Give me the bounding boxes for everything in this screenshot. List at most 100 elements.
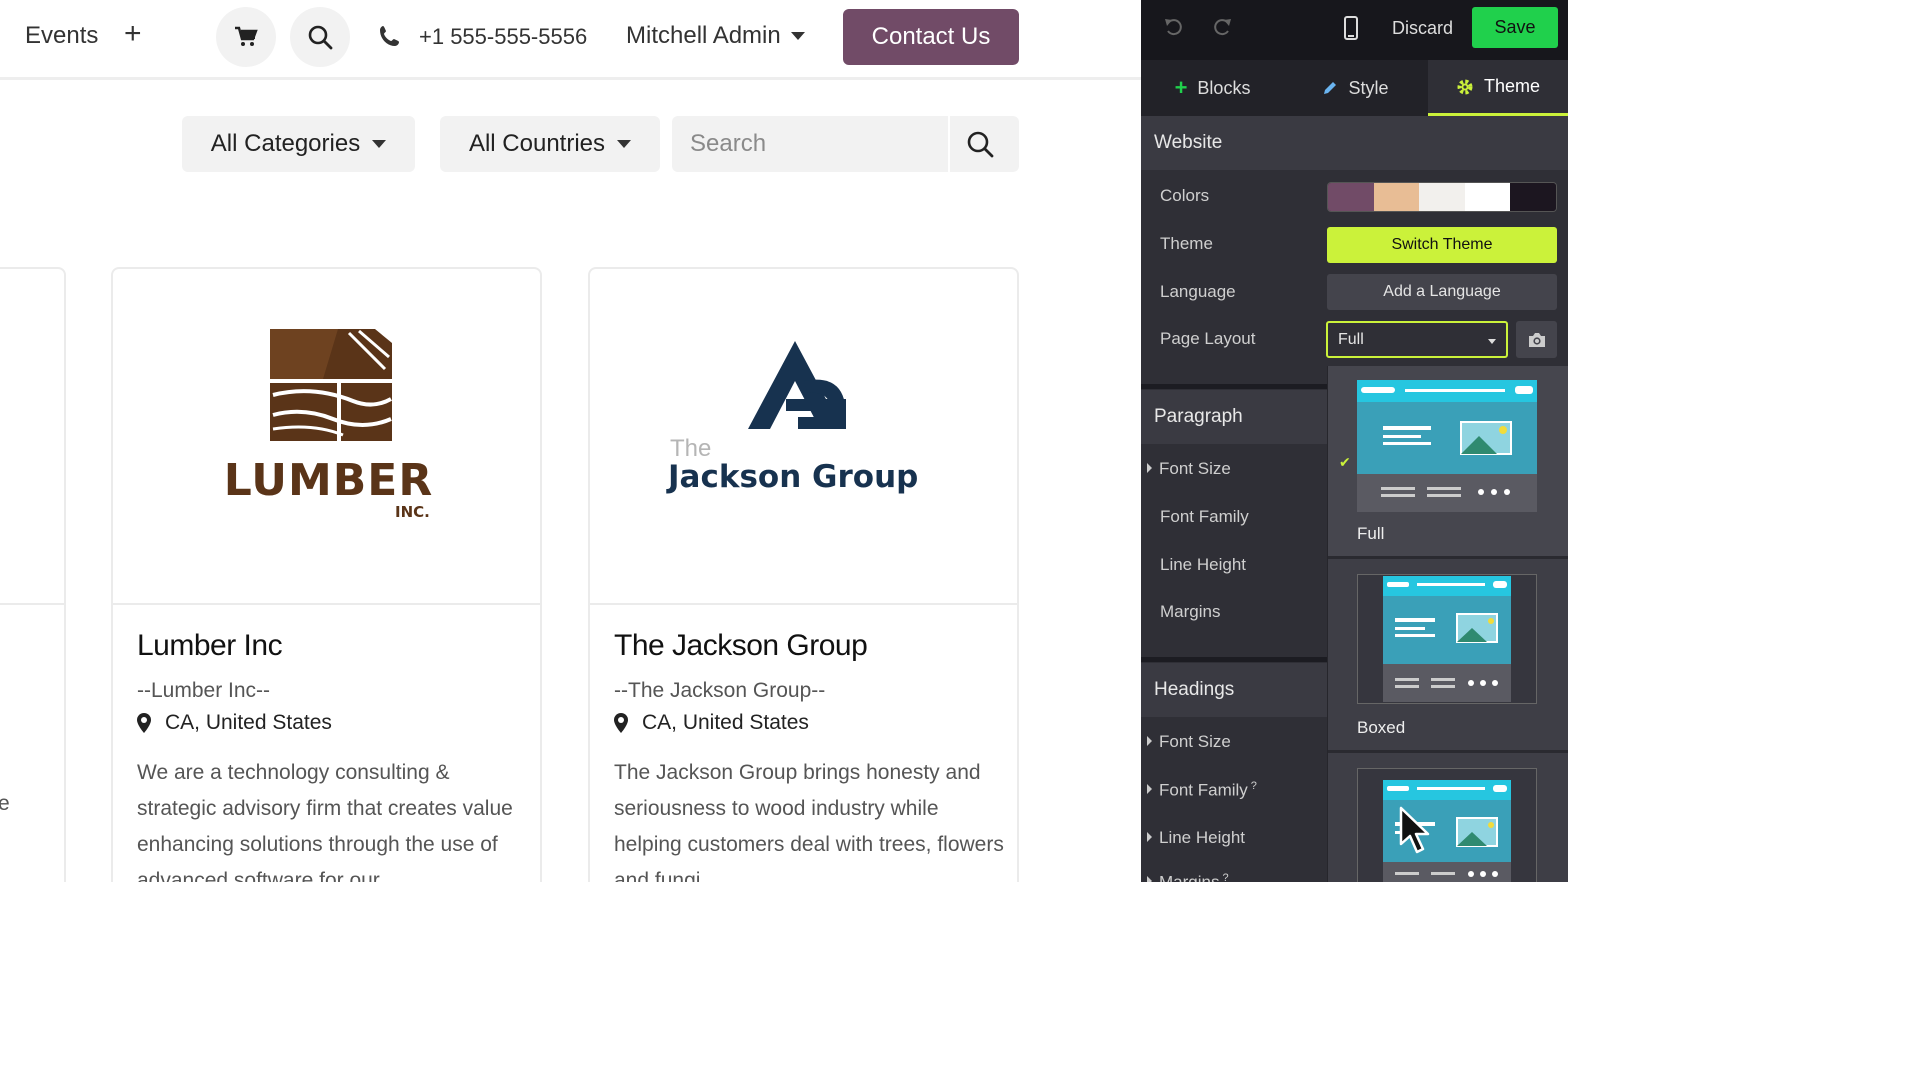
chevron-down-icon <box>617 140 632 148</box>
tab-blocks-label: Blocks <box>1197 77 1251 98</box>
headings-font-size-toggle[interactable]: Font Size <box>1147 732 1231 752</box>
countries-filter-label: All Countries <box>468 130 606 157</box>
user-name: Mitchell Admin <box>626 22 781 49</box>
theme-label: Theme <box>1160 234 1213 253</box>
page-layout-value: Full <box>1338 330 1364 348</box>
paragraph-margins-label: Margins <box>1160 602 1221 621</box>
chevron-down-icon <box>790 32 805 40</box>
categories-filter-label: All Categories <box>210 130 361 157</box>
partner-name[interactable]: Lumber Inc <box>137 629 283 663</box>
website-section-header[interactable]: Website <box>1141 116 1568 170</box>
partner-card-jackson[interactable]: The Jackson Group The Jackson Group --Th… <box>588 267 1019 882</box>
lumber-logo-word: LUMBER <box>223 455 434 506</box>
caret-right-icon <box>1147 735 1152 746</box>
tab-theme[interactable]: Theme <box>1428 60 1568 116</box>
layout-boxed-thumbnail <box>1357 574 1537 704</box>
page-layout-dropdown-menu: ✔ Full Boxed <box>1327 366 1568 882</box>
headings-line-height-label: Line Height <box>1159 828 1246 847</box>
palette-color-1 <box>1328 183 1374 211</box>
countries-filter-dropdown[interactable]: All Countries <box>440 116 660 172</box>
user-menu-dropdown[interactable]: Mitchell Admin <box>626 22 805 50</box>
paragraph-font-size-label: Font Size <box>1159 459 1231 478</box>
headings-font-family-toggle[interactable]: Font Family? <box>1147 780 1257 801</box>
section-divider <box>1141 657 1327 662</box>
caret-down-icon <box>1488 339 1496 344</box>
caret-right-icon <box>1147 876 1152 882</box>
partner-logo-area <box>0 269 64 605</box>
palette-color-5 <box>1510 183 1556 211</box>
map-marker-icon <box>137 713 151 733</box>
mobile-preview-icon[interactable] <box>1343 16 1359 40</box>
layout-option-boxed[interactable]: Boxed <box>1328 559 1568 753</box>
partner-location-text: CA, United States <box>165 711 332 734</box>
pencil-icon <box>1324 82 1337 94</box>
headings-section-header[interactable]: Headings <box>1141 663 1327 717</box>
tab-blocks[interactable]: + Blocks <box>1141 60 1284 116</box>
cart-button[interactable] <box>216 7 276 67</box>
partner-name[interactable]: The Jackson Group <box>614 629 868 663</box>
partner-location-text: CA, United States <box>642 711 809 734</box>
phone-icon <box>380 26 399 46</box>
partner-logo-area: The Jackson Group <box>590 269 1017 605</box>
phone-number-link[interactable]: +1 555-555-5556 <box>419 24 587 50</box>
chevron-down-icon <box>372 140 387 148</box>
camera-icon <box>1528 332 1545 347</box>
redo-icon[interactable] <box>1211 16 1233 38</box>
discard-button[interactable]: Discard <box>1392 18 1453 39</box>
page-layout-screenshot-button[interactable] <box>1516 321 1557 358</box>
layout-option-full[interactable]: ✔ Full <box>1328 366 1568 559</box>
paragraph-section-header[interactable]: Paragraph <box>1141 390 1327 444</box>
cart-icon <box>235 26 258 46</box>
undo-icon[interactable] <box>1163 16 1185 38</box>
lumber-logo <box>270 329 392 441</box>
headings-line-height-toggle[interactable]: Line Height <box>1147 828 1245 848</box>
layout-option-framed[interactable] <box>1328 753 1568 882</box>
caret-right-icon <box>1147 462 1152 473</box>
switch-theme-button[interactable]: Switch Theme <box>1327 227 1557 263</box>
palette-color-3 <box>1419 183 1465 211</box>
partner-description: We are a technology consulting & strateg… <box>137 761 513 882</box>
page-layout-select[interactable]: Full <box>1326 321 1508 358</box>
caret-right-icon <box>1147 831 1152 842</box>
nav-events-link[interactable]: Events <box>25 22 98 50</box>
search-bar <box>672 116 1019 172</box>
categories-filter-dropdown[interactable]: All Categories <box>182 116 415 172</box>
jackson-logo-word: Jackson Group <box>668 459 919 495</box>
partner-card-lumber[interactable]: LUMBER INC. Lumber Inc --Lumber Inc-- CA… <box>111 267 542 882</box>
check-icon: ✔ <box>1339 454 1351 470</box>
partner-subtitle: --Lumber Inc-- <box>137 679 271 702</box>
layout-option-full-label: Full <box>1357 524 1385 543</box>
map-marker-icon <box>614 713 628 733</box>
contact-us-button[interactable]: Contact Us <box>843 9 1019 65</box>
header-search-button[interactable] <box>290 7 350 67</box>
layout-option-boxed-label: Boxed <box>1357 718 1406 737</box>
add-language-button[interactable]: Add a Language <box>1327 274 1557 310</box>
paragraph-font-family-label: Font Family <box>1160 507 1249 526</box>
nav-add-menu-button[interactable]: + <box>124 17 142 51</box>
headings-margins-toggle[interactable]: Margins? <box>1147 872 1229 882</box>
partner-location: CA, United States <box>137 711 332 735</box>
gear-icon <box>1457 79 1473 94</box>
color-palette-picker[interactable] <box>1327 182 1557 212</box>
search-input[interactable] <box>672 116 948 172</box>
partner-subtitle: --The Jackson Group-- <box>614 679 826 702</box>
search-submit-icon[interactable] <box>966 130 994 158</box>
palette-color-2 <box>1373 183 1420 211</box>
page-layout-label: Page Layout <box>1160 329 1256 348</box>
tab-style[interactable]: Style <box>1284 60 1427 116</box>
language-label: Language <box>1160 282 1236 301</box>
partner-location: CA, United States <box>614 711 809 735</box>
headings-font-family-label: Font Family <box>1159 780 1248 800</box>
paragraph-line-height-label: Line Height <box>1160 555 1247 574</box>
colors-label: Colors <box>1160 186 1210 205</box>
partial-card-text: e <box>0 792 10 815</box>
partner-card[interactable] <box>0 267 66 882</box>
tab-style-label: Style <box>1348 77 1389 98</box>
section-divider <box>1141 384 1327 389</box>
save-button[interactable]: Save <box>1472 7 1558 48</box>
paragraph-font-size-toggle[interactable]: Font Size <box>1147 459 1231 479</box>
website-editor-panel: Discard Save + Blocks Style Theme Websit… <box>1141 0 1568 882</box>
website-preview: Events + +1 555-555-5556 Mitchell Admin … <box>0 0 1141 882</box>
headings-margins-label: Margins <box>1159 873 1219 882</box>
plus-icon: + <box>1174 75 1188 100</box>
